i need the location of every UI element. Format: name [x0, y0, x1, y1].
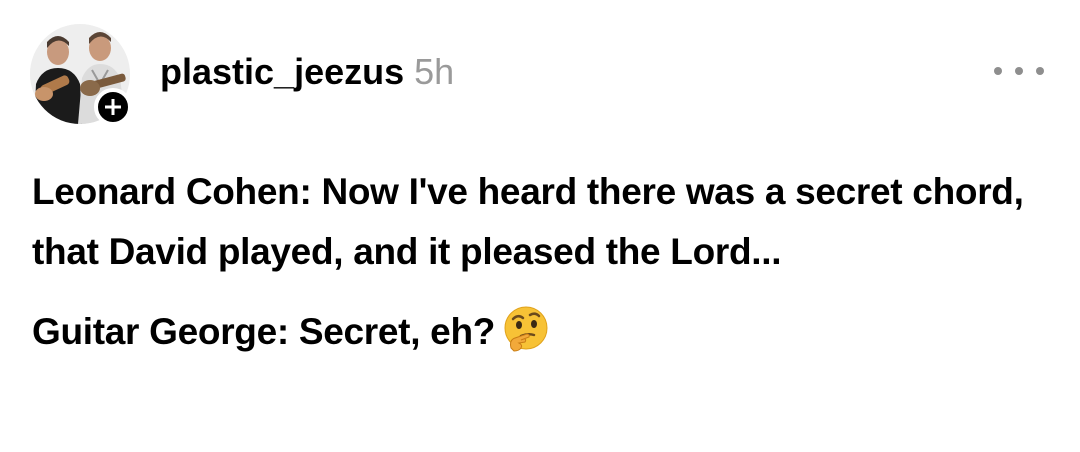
more-horizontal-icon-dot	[1015, 67, 1023, 75]
paragraph-text: Leonard Cohen: Now I've heard there was …	[32, 171, 1024, 272]
paragraph-text: Guitar George: Secret, eh?	[32, 311, 496, 352]
more-horizontal-icon	[994, 67, 1002, 75]
thinking-face-icon	[504, 306, 548, 352]
more-horizontal-icon-dot	[1036, 67, 1044, 75]
post-paragraph: Guitar George: Secret, eh?	[32, 302, 1042, 362]
thread-post: plastic_jeezus 5h Leonard Cohen: Now I've…	[0, 0, 1080, 452]
author-avatar[interactable]	[30, 24, 132, 126]
follow-button[interactable]	[94, 88, 132, 126]
username-link[interactable]: plastic_jeezus	[160, 51, 404, 92]
more-options-button[interactable]	[994, 54, 1044, 88]
post-timestamp: 5h	[414, 51, 455, 92]
post-body: Leonard Cohen: Now I've heard there was …	[32, 162, 1042, 362]
plus-icon	[105, 99, 121, 115]
post-paragraph: Leonard Cohen: Now I've heard there was …	[32, 162, 1042, 282]
post-header: plastic_jeezus 5h	[160, 46, 454, 98]
